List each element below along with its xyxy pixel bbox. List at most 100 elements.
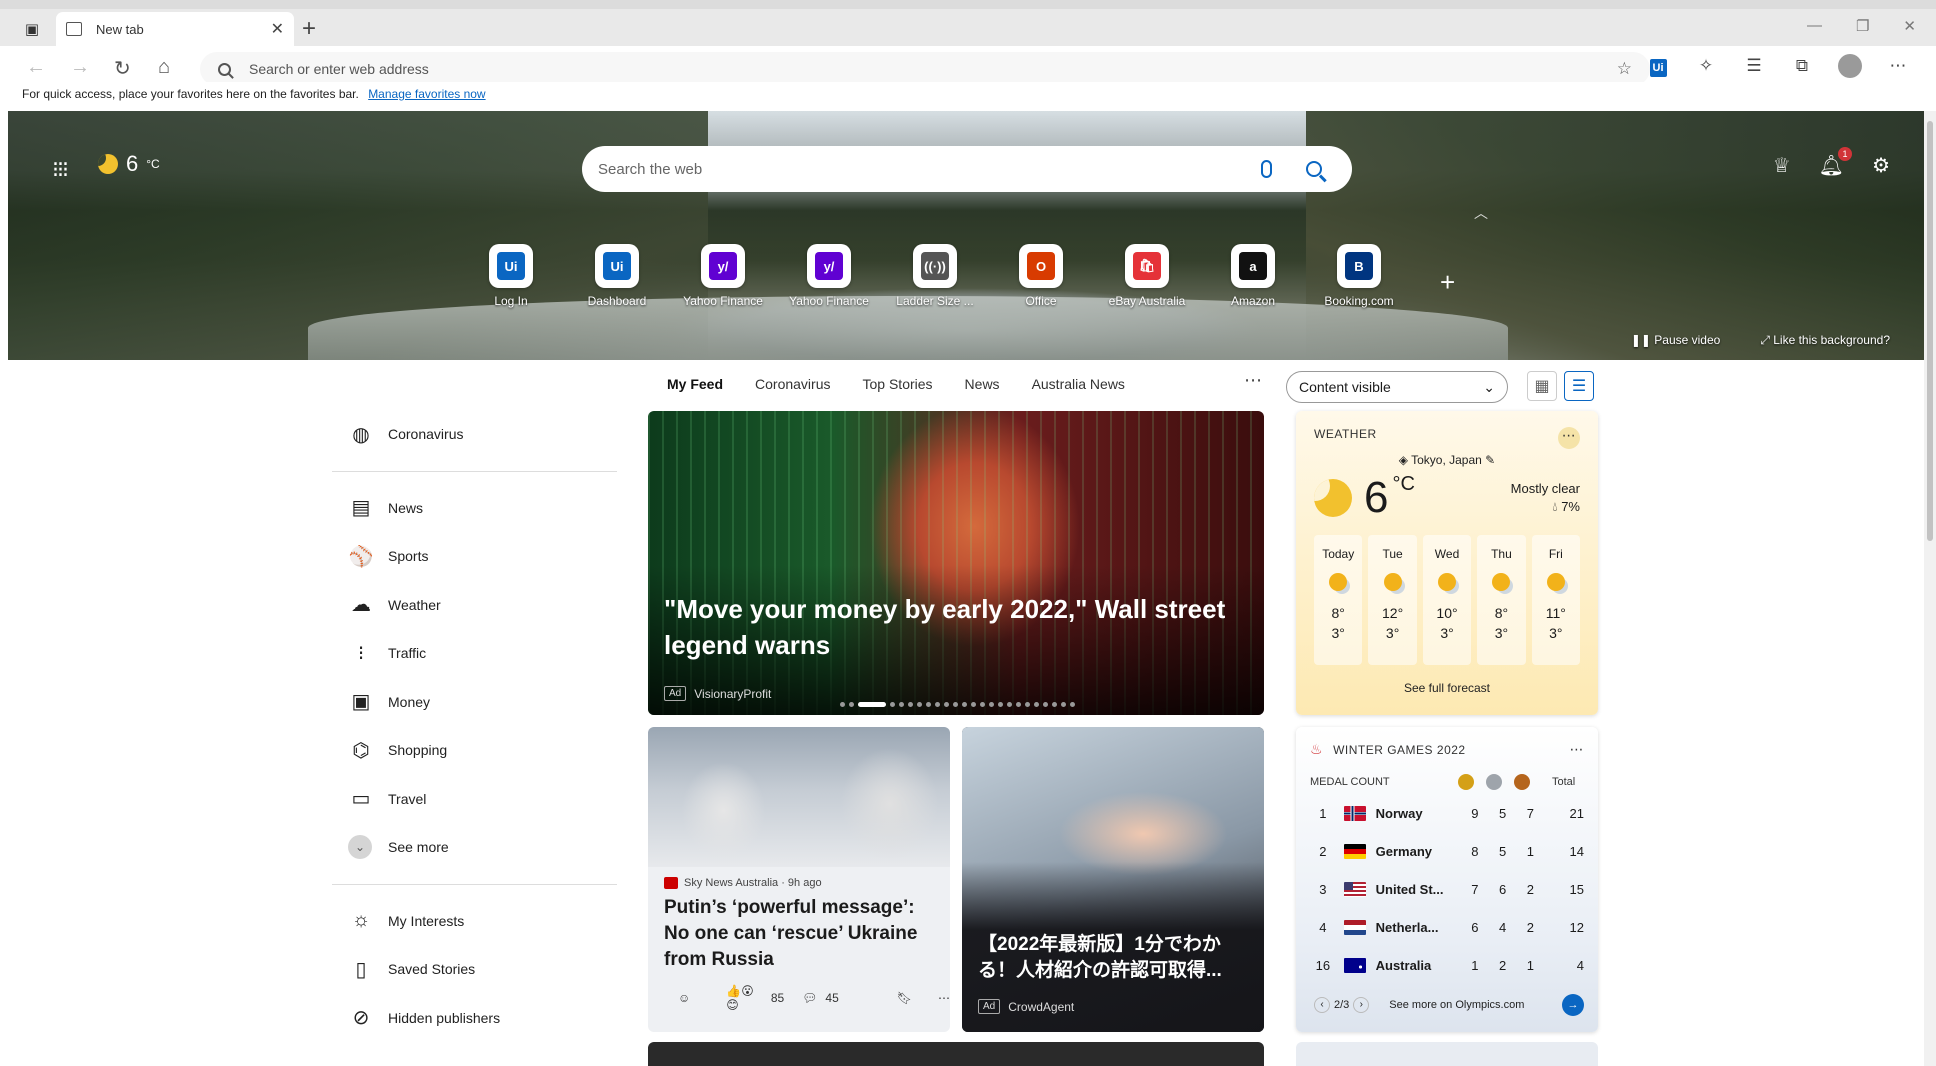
tab-actions-icon[interactable]: ▣ — [18, 15, 46, 43]
forecast-day[interactable]: Today 8° 3° — [1314, 535, 1363, 665]
quick-link[interactable]: y/ Yahoo Finance — [670, 244, 776, 308]
nav-item[interactable]: ▭ Travel — [332, 775, 617, 824]
address-input[interactable]: Search or enter web address ☆ — [200, 52, 1650, 86]
carousel-dot[interactable] — [998, 702, 1003, 707]
carousel-dot[interactable] — [917, 702, 922, 707]
add-quick-link-button[interactable]: + — [1440, 267, 1455, 298]
settings-more-icon[interactable]: ⋯ — [1886, 56, 1910, 76]
carousel-dot[interactable] — [971, 702, 976, 707]
quick-link[interactable]: B Booking.com — [1306, 244, 1412, 308]
winter-games-card[interactable]: ♨ WINTER GAMES 2022 ⋯ MEDAL COUNT Total … — [1296, 727, 1598, 1032]
nav-item[interactable]: ⌄ See more — [332, 823, 617, 872]
search-icon[interactable] — [1306, 161, 1322, 177]
forecast-day[interactable]: Wed 10° 3° — [1422, 535, 1472, 665]
quick-link[interactable]: Ui Dashboard — [564, 244, 670, 308]
ad-card-laptop[interactable]: 【2022年最新版】1分でわかる！人材紹介の許認可取得... Ad CrowdA… — [962, 727, 1264, 1032]
content-visibility-select[interactable]: Content visible ⌄ — [1286, 371, 1508, 403]
nav-item[interactable]: ⚾ Sports — [332, 532, 617, 581]
nav-item[interactable]: ▯ Saved Stories — [332, 945, 617, 994]
forecast-day[interactable]: Tue 12° 3° — [1368, 535, 1417, 665]
app-launcher-icon[interactable]: ⁝⁝⁝ — [52, 157, 69, 183]
add-reaction-icon[interactable]: ☺ — [678, 991, 690, 1005]
list-view-button[interactable]: ☰ — [1564, 371, 1594, 401]
next-page-icon[interactable]: › — [1353, 997, 1370, 1013]
carousel-dot[interactable] — [935, 702, 940, 707]
carousel-dot[interactable] — [962, 702, 967, 707]
extensions-icon[interactable]: ✧ — [1694, 56, 1718, 76]
quick-link[interactable]: O Office — [988, 244, 1094, 308]
nav-item[interactable]: ☼ My Interests — [332, 897, 617, 946]
weather-more-icon[interactable]: ⋯ — [1558, 427, 1580, 449]
full-forecast-link[interactable]: See full forecast — [1314, 681, 1580, 695]
medal-row[interactable]: 16 Australia 1 2 1 4 — [1310, 946, 1584, 984]
quick-link[interactable]: 🛍 eBay Australia — [1094, 244, 1200, 308]
back-icon[interactable]: ← — [26, 56, 46, 79]
comment-icon[interactable]: 💬︎ — [802, 991, 817, 1005]
carousel-dot[interactable] — [899, 702, 904, 707]
edit-location-icon[interactable]: ✎ — [1485, 453, 1495, 467]
notifications-icon[interactable]: 🔔︎ 1 — [1819, 147, 1853, 178]
carousel-dots[interactable] — [840, 702, 1075, 707]
prev-page-icon[interactable]: ‹ — [1314, 997, 1330, 1013]
reactions-icon[interactable]: 👍😮😊 — [726, 984, 763, 1012]
weather-card[interactable]: WEATHER ⋯ ◈ Tokyo, Japan ✎ 6 °C Mostly cl… — [1296, 411, 1598, 715]
medal-row[interactable]: 3 United St... 7 6 2 15 — [1310, 870, 1584, 908]
nav-item[interactable]: ▣ Money — [332, 678, 617, 727]
header-weather[interactable]: 6 °C — [98, 151, 160, 177]
nav-item[interactable]: ⌬ Shopping — [332, 726, 617, 775]
medal-row[interactable]: 1 Norway 9 5 7 21 — [1310, 794, 1584, 832]
forecast-day[interactable]: Fri 11° 3° — [1531, 535, 1581, 665]
collections-icon[interactable]: ⧉ — [1790, 56, 1814, 76]
feed-tab[interactable]: Top Stories — [863, 376, 933, 392]
carousel-dot[interactable] — [926, 702, 931, 707]
carousel-dot[interactable] — [1052, 702, 1057, 707]
featured-story-card[interactable]: "Move your money by early 2022," Wall st… — [648, 411, 1264, 715]
nav-item[interactable]: ⊘ Hidden publishers — [332, 994, 617, 1043]
manage-favorites-link[interactable]: Manage favorites now — [368, 87, 485, 101]
feed-tab[interactable]: My Feed — [667, 376, 723, 392]
quick-link[interactable]: a Amazon — [1200, 244, 1306, 308]
carousel-dot[interactable] — [1025, 702, 1030, 707]
refresh-icon[interactable]: ↻ — [114, 56, 131, 81]
carousel-dot[interactable] — [1061, 702, 1066, 707]
minimize-button[interactable]: — — [1807, 17, 1822, 35]
rewards-icon[interactable]: ♕ — [1773, 153, 1791, 178]
olympics-link[interactable]: See more on Olympics.com — [1389, 999, 1524, 1011]
quick-link[interactable]: y/ Yahoo Finance — [776, 244, 882, 308]
medal-row[interactable]: 4 Netherla... 6 4 2 12 — [1310, 908, 1584, 946]
carousel-dot[interactable] — [840, 702, 845, 707]
carousel-dot[interactable] — [989, 702, 994, 707]
carousel-dot[interactable] — [953, 702, 958, 707]
carousel-dot[interactable] — [858, 702, 886, 707]
news-card-putin[interactable]: Sky News Australia · 9h ago Putin’s ‘pow… — [648, 727, 950, 1032]
close-tab-icon[interactable]: ✕ — [271, 19, 284, 39]
quick-link[interactable]: ((·)) Ladder Size ... — [882, 244, 988, 308]
feed-more-icon[interactable]: ⋯ — [1244, 370, 1262, 391]
profile-avatar[interactable] — [1838, 54, 1862, 78]
like-background-button[interactable]: ⤢ Like this background? — [1760, 333, 1890, 348]
carousel-dot[interactable] — [908, 702, 913, 707]
card-more-icon[interactable]: ⋯ — [938, 991, 950, 1005]
nav-item[interactable]: ◍ Coronavirus — [332, 410, 617, 459]
web-search-input[interactable]: Search the web — [582, 146, 1352, 192]
arrow-right-icon[interactable]: → — [1562, 994, 1584, 1016]
games-more-icon[interactable]: ⋯ — [1570, 741, 1585, 758]
carousel-dot[interactable] — [1034, 702, 1039, 707]
nav-item[interactable]: ▤ News — [332, 484, 617, 533]
carousel-dot[interactable] — [1016, 702, 1021, 707]
page-scrollbar[interactable] — [1924, 111, 1936, 1066]
scrollbar-thumb[interactable] — [1927, 121, 1933, 541]
feed-tab[interactable]: Coronavirus — [755, 376, 830, 392]
carousel-dot[interactable] — [1043, 702, 1048, 707]
carousel-dot[interactable] — [980, 702, 985, 707]
new-tab-button[interactable]: + — [302, 15, 316, 43]
grid-view-button[interactable]: ▦ — [1527, 371, 1557, 401]
forward-icon[interactable]: → — [70, 56, 90, 79]
add-favorite-icon[interactable]: ☆ — [1617, 59, 1632, 79]
microphone-icon[interactable] — [1261, 160, 1272, 178]
close-window-button[interactable]: ✕ — [1903, 17, 1916, 35]
carousel-dot[interactable] — [890, 702, 895, 707]
nav-item[interactable]: ⁝ Traffic — [332, 629, 617, 678]
uipath-extension-icon[interactable]: Ui — [1649, 59, 1667, 77]
medal-row[interactable]: 2 Germany 8 5 1 14 — [1310, 832, 1584, 870]
